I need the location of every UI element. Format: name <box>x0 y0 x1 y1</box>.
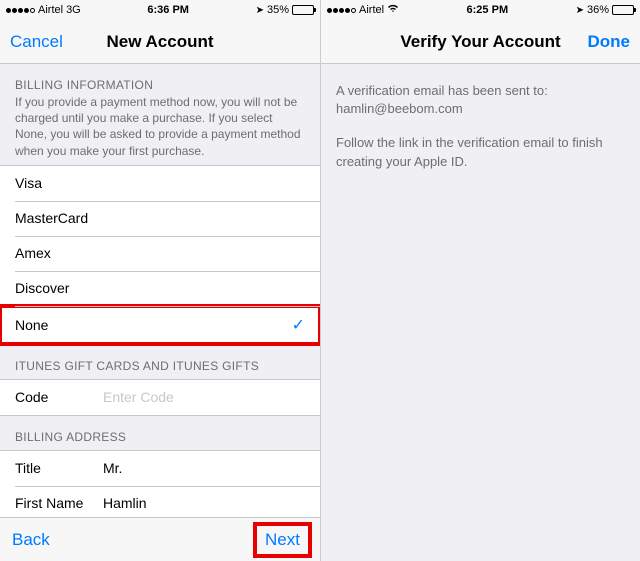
field-value: Hamlin <box>103 495 305 511</box>
payment-option-amex[interactable]: Amex <box>0 236 320 271</box>
status-time: 6:36 PM <box>147 4 189 16</box>
billing-info-header: BILLING INFORMATION If you provide a pay… <box>0 64 320 165</box>
signal-dots-icon <box>6 8 35 13</box>
next-button[interactable]: Next <box>265 530 300 549</box>
section-title: BILLING ADDRESS <box>15 430 305 444</box>
gift-cards-header: ITUNES GIFT CARDS AND ITUNES GIFTS <box>0 345 320 379</box>
status-bar: Airtel 3G 6:36 PM ➤ 35% <box>0 0 320 20</box>
section-title: BILLING INFORMATION <box>15 78 305 92</box>
nav-bar: Verify Your Account Done <box>321 20 640 64</box>
status-time: 6:25 PM <box>467 4 509 16</box>
location-icon: ➤ <box>576 5 584 16</box>
field-label: Title <box>15 460 103 476</box>
done-button[interactable]: Done <box>588 32 631 52</box>
network-label: 3G <box>66 4 81 16</box>
battery-icon <box>292 5 314 15</box>
payment-options-group: Visa MasterCard Amex Discover None ✓ <box>0 165 320 345</box>
phone-left: Airtel 3G 6:36 PM ➤ 35% Cancel New Accou… <box>0 0 320 561</box>
gift-code-input[interactable]: Enter Code <box>103 389 174 405</box>
address-firstname-row[interactable]: First Name Hamlin <box>0 486 320 517</box>
verify-line1: A verification email has been sent to: <box>336 83 548 98</box>
field-value: Mr. <box>103 460 305 476</box>
option-label: MasterCard <box>15 210 88 226</box>
signal-dots-icon <box>327 8 356 13</box>
content-scroll[interactable]: A verification email has been sent to: h… <box>321 64 640 561</box>
cancel-button[interactable]: Cancel <box>10 32 63 52</box>
gift-code-label: Code <box>15 389 103 405</box>
location-icon: ➤ <box>256 5 264 16</box>
next-button-highlight: Next <box>257 526 308 554</box>
option-label: Discover <box>15 280 69 296</box>
battery-icon <box>612 5 634 15</box>
back-button[interactable]: Back <box>12 530 50 550</box>
wifi-icon <box>387 4 399 16</box>
bottom-toolbar: Back Next <box>0 517 320 561</box>
status-bar: Airtel 6:25 PM ➤ 36% <box>321 0 640 20</box>
billing-address-header: BILLING ADDRESS <box>0 416 320 450</box>
payment-option-visa[interactable]: Visa <box>0 166 320 201</box>
option-label: None <box>15 317 48 333</box>
content-scroll[interactable]: BILLING INFORMATION If you provide a pay… <box>0 64 320 517</box>
verify-message: A verification email has been sent to: h… <box>321 64 640 189</box>
section-title: ITUNES GIFT CARDS AND ITUNES GIFTS <box>15 359 305 373</box>
option-label: Amex <box>15 245 51 261</box>
section-subtitle: If you provide a payment method now, you… <box>15 94 305 159</box>
address-title-row[interactable]: Title Mr. <box>0 451 320 486</box>
checkmark-icon: ✓ <box>292 315 305 335</box>
payment-option-mastercard[interactable]: MasterCard <box>0 201 320 236</box>
payment-option-none[interactable]: None ✓ <box>0 306 320 344</box>
battery-percent: 35% <box>267 4 289 16</box>
gift-code-group: Code Enter Code <box>0 379 320 416</box>
payment-option-discover[interactable]: Discover <box>0 271 320 306</box>
field-label: First Name <box>15 495 103 511</box>
carrier-label: Airtel <box>359 4 384 16</box>
carrier-label: Airtel <box>38 4 63 16</box>
verify-line2: Follow the link in the verification emai… <box>336 134 625 170</box>
phone-right: Airtel 6:25 PM ➤ 36% Verify Your Account… <box>320 0 640 561</box>
verify-email: hamlin@beebom.com <box>336 101 463 116</box>
option-label: Visa <box>15 175 42 191</box>
nav-bar: Cancel New Account <box>0 20 320 64</box>
gift-code-row[interactable]: Code Enter Code <box>0 380 320 415</box>
battery-percent: 36% <box>587 4 609 16</box>
billing-address-group: Title Mr. First Name Hamlin Last Name Ro… <box>0 450 320 517</box>
